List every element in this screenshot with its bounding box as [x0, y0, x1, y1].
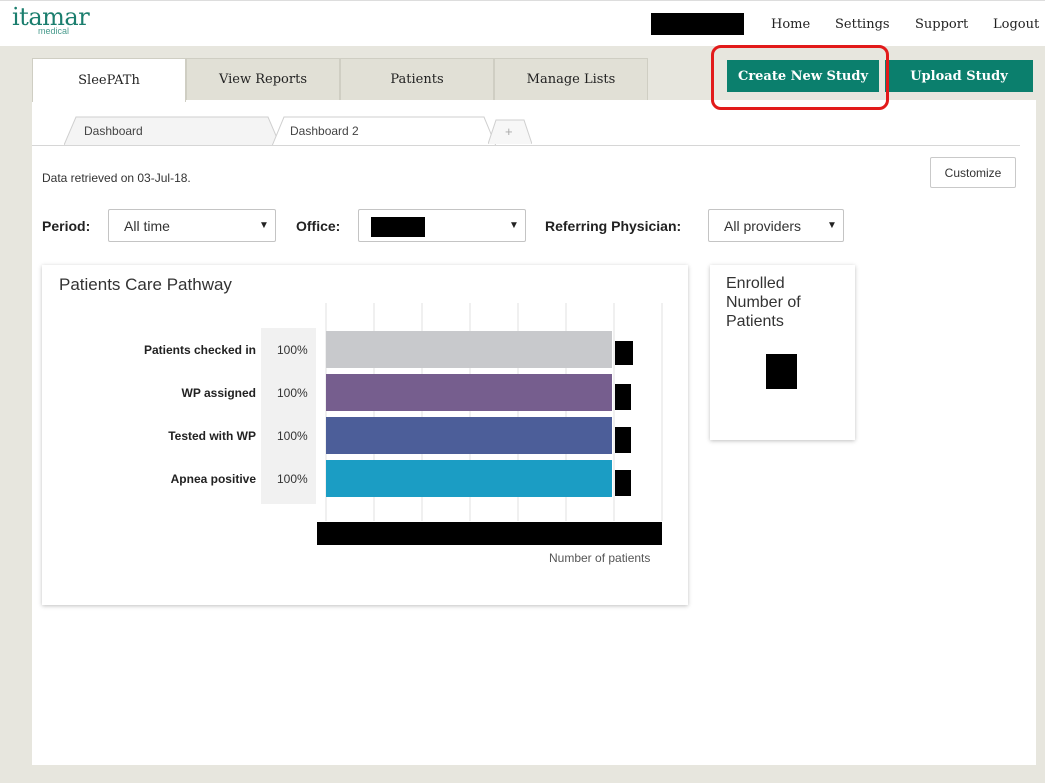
enrolled-title-line: Enrolled	[726, 275, 785, 292]
percent-label: 100%	[277, 429, 308, 443]
enrolled-title-line: Patients	[726, 313, 784, 330]
chevron-down-icon: ▼	[509, 220, 519, 231]
highlight-annotation	[711, 45, 889, 110]
percent-label: 100%	[277, 343, 308, 357]
referring-physician-select[interactable]: All providers ▼	[708, 209, 844, 242]
bar	[326, 374, 612, 411]
redacted-bar-value	[615, 341, 633, 365]
chevron-down-icon: ▼	[259, 220, 269, 231]
percent-label: 100%	[277, 386, 308, 400]
card-title: Patients Care Pathway	[59, 275, 232, 294]
redacted-bar-value	[615, 427, 631, 453]
bar-label: Tested with WP	[168, 429, 256, 443]
logo-subtext: medical	[38, 26, 70, 36]
nav-home-link[interactable]: Home	[771, 17, 810, 32]
bar-label: Apnea positive	[170, 472, 256, 486]
bar	[326, 460, 612, 497]
bar	[326, 331, 612, 368]
nav-logout-link[interactable]: Logout	[993, 17, 1039, 32]
bar-label: WP assigned	[181, 386, 256, 400]
percent-label: 100%	[277, 472, 308, 486]
tab-manage-lists[interactable]: Manage Lists	[494, 58, 648, 100]
period-value: All time	[124, 218, 170, 234]
itamar-logo[interactable]: itamar medical	[12, 5, 90, 36]
subtab-dashboard[interactable]: Dashboard	[64, 115, 280, 146]
x-axis-title: Number of patients	[549, 551, 651, 565]
tab-label: SleePATh	[78, 73, 140, 88]
nav-settings-link[interactable]: Settings	[835, 17, 890, 32]
tab-label: View Reports	[218, 72, 307, 87]
redacted-username	[651, 13, 744, 35]
subtab-label: Dashboard 2	[290, 123, 359, 138]
bar	[326, 417, 612, 454]
top-header: itamar medical Home Settings Support Log…	[0, 0, 1045, 46]
enrolled-title-line: Number of	[726, 294, 801, 311]
redacted-office-value	[371, 217, 425, 237]
tab-patients[interactable]: Patients	[340, 58, 494, 100]
tab-label: Manage Lists	[526, 72, 616, 87]
period-select[interactable]: All time ▼	[108, 209, 276, 242]
nav-support-link[interactable]: Support	[915, 17, 968, 32]
office-label: Office:	[296, 218, 341, 234]
redacted-enrolled-count	[766, 354, 797, 389]
redacted-axis-ticks	[317, 522, 662, 545]
office-select[interactable]: ▼	[358, 209, 526, 242]
redacted-bar-value	[615, 470, 631, 496]
period-label: Period:	[42, 218, 91, 234]
tab-label: Patients	[390, 72, 444, 87]
chevron-down-icon: ▼	[827, 220, 837, 231]
tab-sleepath[interactable]: SleePATh	[32, 58, 186, 102]
redacted-bar-value	[615, 384, 631, 410]
data-retrieved-text: Data retrieved on 03-Jul-18.	[42, 171, 191, 185]
pathway-chart	[261, 303, 663, 545]
bar-label: Patients checked in	[143, 343, 256, 357]
physician-value: All providers	[724, 218, 802, 234]
customize-button[interactable]: Customize	[930, 157, 1016, 188]
subtabs-divider	[32, 145, 1020, 146]
referring-physician-label: Referring Physician:	[545, 218, 682, 234]
upload-study-button[interactable]: Upload Study	[885, 60, 1033, 92]
subtab-label: Dashboard	[84, 123, 143, 138]
subtab-dashboard-2[interactable]: Dashboard 2	[272, 115, 496, 146]
plus-icon: +	[505, 123, 513, 139]
add-dashboard-tab[interactable]: +	[488, 118, 532, 144]
tab-view-reports[interactable]: View Reports	[186, 58, 340, 100]
